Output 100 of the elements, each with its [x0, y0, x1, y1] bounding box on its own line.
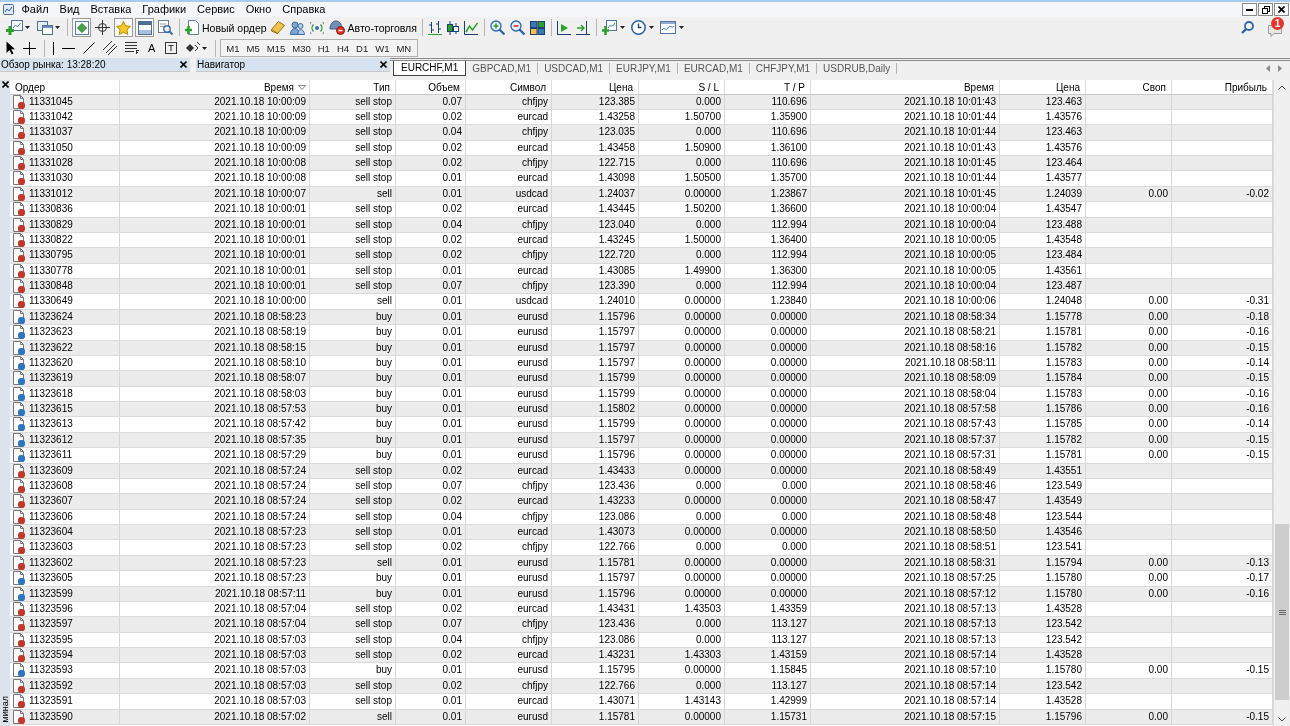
table-cell: 11323593: [29, 663, 73, 677]
horizontal-line-icon[interactable]: [62, 47, 75, 49]
restore-button[interactable]: [1258, 3, 1273, 16]
trendline-icon[interactable]: [83, 42, 95, 54]
close-icon[interactable]: [380, 61, 387, 68]
column-header[interactable]: Цена: [608, 81, 633, 93]
label-tool-button[interactable]: T: [165, 42, 177, 54]
menu-item[interactable]: Вставка: [84, 2, 137, 17]
column-header[interactable]: Прибыль: [1224, 81, 1267, 93]
table-cell: 0.00000: [725, 356, 811, 370]
table-cell: 0.07: [396, 95, 466, 109]
auto-trading-button[interactable]: Авто-торговля: [326, 18, 419, 37]
close-icon[interactable]: [1, 81, 9, 88]
chart-tab[interactable]: EURJPY,M1: [610, 63, 678, 74]
table-cell: 0.01: [396, 694, 466, 709]
column-header[interactable]: Время: [263, 81, 294, 93]
caret-icon[interactable]: [25, 26, 30, 29]
zoom-in-icon[interactable]: [490, 20, 506, 35]
bar-chart-icon[interactable]: [428, 20, 443, 35]
thin-crosshair-icon[interactable]: [23, 41, 36, 55]
caret-icon[interactable]: [201, 46, 207, 50]
candlestick-icon[interactable]: [447, 20, 460, 35]
close-icon[interactable]: [180, 61, 187, 68]
minimize-button[interactable]: [1242, 3, 1257, 16]
column-header[interactable]: T / P: [784, 81, 805, 93]
shapes-icon[interactable]: [185, 42, 200, 54]
toggle-button[interactable]: [114, 18, 133, 37]
column-header[interactable]: Своп: [1142, 81, 1166, 93]
timeframe-button[interactable]: MN: [392, 40, 415, 56]
toggle-button[interactable]: [135, 18, 154, 37]
toggle-button[interactable]: [72, 18, 91, 37]
chart-tab[interactable]: USDCAD,M1: [538, 63, 611, 74]
line-chart-icon[interactable]: [464, 20, 479, 35]
table-cell: 2021.10.18 08:57:23: [120, 571, 310, 586]
table-cell: eurusd: [466, 417, 552, 432]
menu-item[interactable]: Графики: [136, 2, 192, 17]
text-tool-button[interactable]: A: [148, 41, 156, 55]
scroll-left-icon[interactable]: [1266, 65, 1270, 72]
chart-tab[interactable]: EURCAD,M1: [677, 63, 750, 74]
grid-icon[interactable]: [530, 20, 546, 35]
timeframe-button[interactable]: D1: [352, 40, 372, 56]
column-header[interactable]: Тип: [373, 81, 390, 93]
new-order-button[interactable]: Новый ордер: [183, 18, 269, 37]
signal-icon[interactable]: [310, 20, 325, 35]
timeframe-button[interactable]: H4: [333, 40, 353, 56]
scroll-right-icon[interactable]: [1278, 65, 1282, 72]
caret-icon[interactable]: [678, 26, 684, 29]
chart-shift-icon[interactable]: [576, 20, 591, 35]
app-icon[interactable]: [3, 4, 14, 15]
caret-icon[interactable]: [619, 26, 625, 29]
chart-arrow-icon[interactable]: [557, 20, 572, 35]
timeframe-button[interactable]: M30: [288, 40, 315, 56]
chart-tab[interactable]: EURCHF,M1: [393, 61, 467, 76]
timeframe-button[interactable]: M5: [243, 40, 264, 56]
timeframe-button[interactable]: M15: [263, 40, 289, 56]
windows-icon[interactable]: [36, 20, 53, 35]
column-header[interactable]: Символ: [509, 81, 546, 93]
timeframe-button[interactable]: H1: [314, 40, 334, 56]
column-header[interactable]: S / L: [698, 81, 719, 93]
chart-tab[interactable]: GBPCAD,M1: [466, 63, 539, 74]
menu-item[interactable]: Справка: [276, 2, 331, 17]
template-icon[interactable]: [660, 21, 677, 34]
menu-item[interactable]: Сервис: [191, 2, 241, 17]
scrollbar-thumb[interactable]: [1275, 524, 1289, 700]
column-header[interactable]: Цена: [1055, 81, 1080, 93]
people-icon[interactable]: [290, 20, 306, 35]
vertical-line-icon[interactable]: [53, 41, 54, 55]
eraser-icon[interactable]: [271, 21, 286, 34]
scroll-up-icon[interactable]: [1278, 84, 1286, 90]
chart-tab[interactable]: USDRUB,Daily: [817, 63, 898, 74]
caret-icon[interactable]: [648, 26, 654, 29]
table-cell: 2021.10.18 10:00:01: [120, 264, 310, 278]
menu-item[interactable]: Файл: [16, 2, 55, 17]
toggle-button[interactable]: [156, 18, 175, 37]
table-cell: 0.00: [1086, 325, 1172, 340]
menu-item[interactable]: Вид: [54, 2, 85, 17]
fibonacci-icon[interactable]: [125, 42, 139, 54]
table-cell: 2021.10.18 10:00:09: [120, 110, 310, 124]
cursor-icon[interactable]: [6, 41, 15, 55]
clock-icon[interactable]: [631, 20, 647, 35]
close-button[interactable]: [1274, 3, 1289, 16]
timeframe-button[interactable]: M1: [222, 40, 244, 56]
table-cell: 0.01: [396, 663, 466, 678]
table-cell: 0.00000: [725, 417, 811, 432]
column-header[interactable]: Ордер: [15, 81, 46, 93]
chart-tab[interactable]: CHFJPY,M1: [749, 63, 818, 74]
scroll-down-icon[interactable]: [1278, 716, 1286, 722]
indicator-plus-icon[interactable]: [602, 20, 618, 35]
table-cell: 2021.10.18 08:57:10: [811, 663, 1000, 678]
column-header[interactable]: Объем: [428, 81, 460, 93]
zoom-out-icon[interactable]: [510, 20, 526, 35]
menu-item[interactable]: Окно: [240, 2, 277, 17]
search-icon[interactable]: [1240, 21, 1254, 34]
chart-plus-icon[interactable]: [5, 20, 23, 35]
toggle-button[interactable]: [93, 18, 112, 37]
caret-icon[interactable]: [55, 26, 60, 29]
column-header[interactable]: Время: [963, 81, 994, 93]
channel-icon[interactable]: [103, 41, 117, 55]
table-cell: 1.43431: [552, 602, 639, 616]
timeframe-button[interactable]: W1: [371, 40, 393, 56]
